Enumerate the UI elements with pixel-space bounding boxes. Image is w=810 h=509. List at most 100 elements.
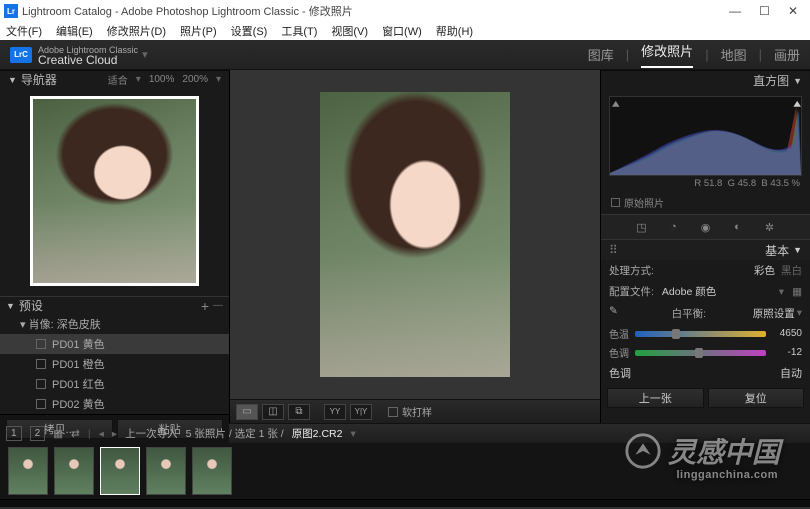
menu-view[interactable]: 视图(V) (331, 23, 368, 39)
zoom-200[interactable]: 200% (182, 74, 208, 85)
original-photo-row: 原始照片 (601, 191, 810, 214)
collapse-icon: ▼ (793, 245, 802, 255)
import-label[interactable]: 上一次导入 (125, 426, 178, 441)
brand-text: Adobe Lightroom Classic Creative Cloud (38, 45, 138, 65)
nav-back-icon[interactable]: ◂ (99, 428, 104, 440)
close-button[interactable]: ✕ (788, 4, 798, 18)
profile-row: 配置文件: Adobe 颜色 ▾ ▦ (601, 281, 810, 302)
temp-value[interactable]: 4650 (772, 328, 802, 339)
temp-label: 色温 (609, 326, 629, 341)
chevron-down-icon[interactable]: ▾ (779, 286, 784, 298)
auto-button[interactable]: 自动 (780, 365, 802, 381)
yy-view-icon[interactable]: YY (324, 404, 346, 420)
module-map[interactable]: 地图 (721, 45, 747, 64)
menu-help[interactable]: 帮助(H) (436, 23, 473, 39)
grid-icon[interactable]: ▦ (53, 428, 63, 440)
center-toolbar: ▭ ◫ ⧉ YY Y|Y 软打样 (230, 399, 600, 423)
module-library[interactable]: 图库 (588, 45, 614, 64)
nav-fwd-icon[interactable]: ▸ (112, 428, 117, 440)
basic-panel-header[interactable]: ⠿ 基本 ▼ (601, 240, 810, 260)
identity-plate: LrC Adobe Lightroom Classic Creative Clo… (0, 40, 810, 70)
chevron-down-icon[interactable]: ▾ (216, 74, 221, 85)
menu-develop[interactable]: 修改照片(D) (107, 23, 166, 39)
preset-item[interactable]: PD01 橙色 (0, 354, 229, 374)
temp-track[interactable] (635, 331, 766, 337)
minimize-button[interactable]: — (729, 4, 741, 18)
basic-title: 基本 (765, 242, 789, 259)
navigator-header[interactable]: ▼ 导航器 适合 ▾ 100% 200% ▾ (0, 70, 229, 88)
chevron-down-icon[interactable]: ▾ (350, 428, 355, 440)
treatment-color[interactable]: 彩色 (754, 263, 775, 278)
swap-icon[interactable]: ⇄ (71, 428, 80, 440)
preset-item[interactable]: PD01 黄色 (0, 334, 229, 354)
presets-header[interactable]: ▼ 预设 + — (0, 296, 229, 314)
histogram-header[interactable]: 直方图 ▼ (601, 70, 810, 90)
film-thumbnail[interactable] (146, 447, 186, 495)
main-canvas[interactable] (230, 70, 600, 399)
histogram-chart[interactable] (609, 96, 802, 176)
module-develop[interactable]: 修改照片 (641, 41, 693, 68)
brush-tool-icon[interactable]: ✲ (763, 220, 777, 234)
before-after-icon[interactable]: ⧉ (288, 404, 310, 420)
wb-value[interactable]: 原照设置 (753, 306, 795, 321)
zoom-fit[interactable]: 适合 (108, 72, 128, 87)
wb-eyedropper-icon[interactable]: ✎ (609, 305, 625, 321)
film-thumbnail[interactable] (192, 447, 232, 495)
menu-edit[interactable]: 编辑(E) (56, 23, 93, 39)
screen-1-button[interactable]: 1 (6, 426, 22, 441)
menu-photo[interactable]: 照片(P) (180, 23, 217, 39)
menu-window[interactable]: 窗口(W) (382, 23, 422, 39)
compare-view-icon[interactable]: ◫ (262, 404, 284, 420)
crop-tool-icon[interactable]: ◳ (635, 220, 649, 234)
menu-tools[interactable]: 工具(T) (281, 23, 317, 39)
redeye-tool-icon[interactable]: ◉ (699, 220, 713, 234)
film-thumbnail[interactable] (54, 447, 94, 495)
module-sep: | (626, 47, 629, 62)
navigator-preview[interactable] (0, 88, 229, 296)
module-book[interactable]: 画册 (774, 45, 800, 64)
preset-item[interactable]: PD02 黄色 (0, 394, 229, 414)
menu-settings[interactable]: 设置(S) (231, 23, 268, 39)
filmstrip-scrollbar[interactable] (0, 499, 810, 507)
chevron-down-icon[interactable]: ▾ (797, 307, 802, 319)
filmstrip[interactable] (0, 443, 810, 499)
original-checkbox[interactable] (611, 198, 620, 207)
panel-toggle-icon[interactable]: ⠿ (609, 246, 619, 254)
reset-button[interactable]: 复位 (708, 388, 805, 408)
heal-tool-icon[interactable]: ◔ (667, 220, 681, 234)
window-title-bar: Lr Lightroom Catalog - Adobe Photoshop L… (0, 0, 810, 22)
product-badge: LrC (10, 47, 32, 63)
minus-icon[interactable]: — (213, 300, 223, 311)
softproof-checkbox[interactable] (388, 407, 398, 417)
profile-grid-icon[interactable]: ▦ (792, 286, 802, 298)
profile-value[interactable]: Adobe 颜色 (662, 284, 779, 299)
module-sep: | (705, 47, 708, 62)
slider-knob[interactable] (695, 348, 703, 358)
film-thumbnail[interactable] (100, 447, 140, 495)
tint-label: 色调 (609, 345, 629, 360)
previous-button[interactable]: 上一张 (607, 388, 704, 408)
brand-line2: Creative Cloud (38, 55, 138, 65)
film-thumbnail[interactable] (8, 447, 48, 495)
menu-file[interactable]: 文件(F) (6, 23, 42, 39)
whitebalance-row: ✎ 白平衡: 原照设置 ▾ (601, 302, 810, 324)
preset-group[interactable]: ▾ 肖像: 深色皮肤 (0, 314, 229, 334)
mask-tool-icon[interactable]: ◐ (731, 220, 745, 234)
chevron-down-icon[interactable]: ▾ (142, 48, 148, 61)
yy2-view-icon[interactable]: Y|Y (350, 404, 372, 420)
original-label: 原始照片 (624, 195, 664, 210)
tint-track[interactable] (635, 350, 766, 356)
menu-bar: 文件(F) 编辑(E) 修改照片(D) 照片(P) 设置(S) 工具(T) 视图… (0, 22, 810, 40)
treatment-bw[interactable]: 黑白 (781, 263, 802, 278)
maximize-button[interactable]: ☐ (759, 4, 770, 18)
preset-swatch-icon (36, 379, 46, 389)
slider-knob[interactable] (672, 329, 680, 339)
tint-value[interactable]: -12 (772, 347, 802, 358)
preset-item[interactable]: PD01 红色 (0, 374, 229, 394)
zoom-100[interactable]: 100% (149, 74, 175, 85)
chevron-down-icon[interactable]: ▾ (136, 74, 141, 85)
loupe-view-icon[interactable]: ▭ (236, 404, 258, 420)
softproof-label: 软打样 (402, 404, 432, 419)
add-preset-icon[interactable]: + (201, 298, 209, 314)
screen-2-button[interactable]: 2 (30, 426, 46, 441)
